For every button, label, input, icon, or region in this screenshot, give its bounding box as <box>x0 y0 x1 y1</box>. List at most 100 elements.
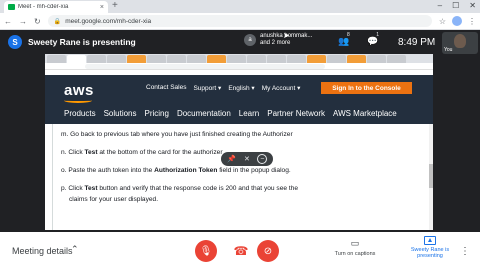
forward-icon[interactable]: → <box>19 17 27 26</box>
shared-tab <box>247 55 266 63</box>
step-o-post: field in the popup dialog. <box>217 167 291 174</box>
chevron-up-icon[interactable]: ⌃ <box>71 244 79 255</box>
mic-off-button[interactable]: 🎙 <box>195 240 217 262</box>
language-menu: English ▾ <box>228 85 255 92</box>
shared-tab <box>167 55 186 63</box>
aws-header: aws Contact Sales Support ▾ English ▾ My… <box>45 75 433 124</box>
nav-solutions: Solutions <box>103 109 137 118</box>
camera-off-button[interactable]: ⊘ <box>257 240 279 262</box>
shared-tab <box>387 55 406 63</box>
toolbar-right: ☆ ⋮ <box>439 16 476 26</box>
meeting-details-button[interactable]: Meeting details <box>12 246 73 256</box>
shared-tab <box>287 55 306 63</box>
step-p-pre: p. Click <box>61 185 85 192</box>
nav-products: Products <box>64 109 96 118</box>
close-window-icon[interactable]: ✕ <box>469 1 476 10</box>
self-video-face <box>454 34 466 48</box>
shared-url-field <box>85 64 325 69</box>
more-options-icon[interactable]: ⋮ <box>460 246 470 257</box>
presenter-avatar: S <box>8 35 22 49</box>
step-o: o. Paste the auth token into the Authori… <box>61 166 291 175</box>
nav-documentation: Documentation <box>176 109 231 118</box>
participant-more: and 2 more <box>260 40 291 46</box>
browser-toolbar: ← → ↻ 🔒 meet.google.com/mh-cder-xia ☆ ⋮ <box>0 13 480 30</box>
address-bar[interactable]: 🔒 meet.google.com/mh-cder-xia <box>47 15 432 27</box>
sign-in-console-button: Sign In to the Console <box>321 82 412 94</box>
aws-main-nav: Products Solutions Pricing Documentation… <box>64 109 397 118</box>
aws-top-links: Contact Sales Support ▾ English ▾ My Acc… <box>146 84 300 92</box>
maximize-icon[interactable]: ☐ <box>452 1 459 10</box>
step-n: n. Click Test at the bottom of the card … <box>61 148 223 157</box>
shared-tab <box>187 55 206 63</box>
tab-close-icon[interactable]: × <box>100 4 104 11</box>
presenting-title: Sweety Rane is presenting <box>28 37 136 47</box>
shared-tab <box>67 55 86 63</box>
browser-tab-meet[interactable]: Meet - mh-cder-xia × <box>4 1 108 13</box>
star-icon[interactable]: ☆ <box>439 17 446 26</box>
remove-icon[interactable]: − <box>257 154 268 164</box>
chat-count: 1 <box>376 32 379 38</box>
shared-tab <box>367 55 386 63</box>
shared-tab <box>87 55 106 63</box>
meet-favicon-icon <box>8 4 15 10</box>
minimize-icon[interactable]: – <box>438 1 442 10</box>
meeting-clock: 8:49 PM <box>398 37 436 48</box>
presenting-info-button[interactable]: Sweety Rane is presenting <box>408 236 452 259</box>
meet-window: Meet - mh-cder-xia × + – ☐ ✕ ← → ↻ 🔒 mee… <box>0 0 480 270</box>
captions-button[interactable]: ▭ Turn on captions <box>330 238 380 257</box>
shared-tab <box>227 55 246 63</box>
captions-label: Turn on captions <box>334 251 376 257</box>
shared-tab <box>47 55 66 63</box>
shared-screen: aws Contact Sales Support ▾ English ▾ My… <box>45 54 433 230</box>
nav-aws-marketplace: AWS Marketplace <box>333 109 397 118</box>
reload-icon[interactable]: ↻ <box>34 17 41 26</box>
captions-icon: ▭ <box>350 238 360 248</box>
menu-dots-icon[interactable]: ⋮ <box>468 17 476 26</box>
back-icon[interactable]: ← <box>4 17 12 26</box>
step-p-bold: Test <box>84 185 98 192</box>
shared-tab <box>207 55 226 63</box>
aws-logo: aws <box>64 82 94 99</box>
self-view-tile[interactable]: You <box>442 32 478 54</box>
shared-tab <box>147 55 166 63</box>
phone-hangup-icon: ☎ <box>233 244 249 258</box>
participant-chip[interactable]: a anushka bommak... and 2 more <box>244 33 312 47</box>
my-account-menu: My Account ▾ <box>261 85 301 92</box>
shared-tab <box>347 55 366 63</box>
pin-icon[interactable]: 📌 <box>227 154 237 164</box>
meet-bottom-bar: Meeting details ⌃ 🎙 ☎ ⊘ ▭ Turn on captio… <box>0 232 480 270</box>
nav-learn: Learn <box>238 109 260 118</box>
browser-tab-title: Meet - mh-cder-xia <box>18 4 69 10</box>
chat-icon[interactable]: 💬 1 <box>367 32 379 47</box>
step-o-pre: o. Paste the auth token into the <box>61 167 155 174</box>
step-n-bold: Test <box>84 149 98 156</box>
shared-tab <box>127 55 146 63</box>
shared-tab <box>307 55 326 63</box>
step-p: p. Click Test button and verify that the… <box>61 184 298 193</box>
people-icon[interactable]: 👥 8 <box>338 32 350 47</box>
contact-sales-link: Contact Sales <box>146 84 187 91</box>
shared-scrollbar-thumb <box>429 164 433 188</box>
meet-top-bar: S Sweety Rane is presenting a anushka bo… <box>0 30 480 54</box>
step-n-post: at the bottom of the card for the author… <box>97 149 223 156</box>
window-controls: – ☐ ✕ <box>438 1 476 10</box>
nav-pricing: Pricing <box>144 109 169 118</box>
meet-top-icons: 👥 8 💬 1 <box>338 32 379 47</box>
profile-avatar[interactable] <box>452 16 462 26</box>
shared-browser-tabs <box>45 54 433 63</box>
step-n-pre: n. Click <box>61 149 85 156</box>
shared-tab <box>327 55 346 63</box>
lock-icon: 🔒 <box>53 18 62 25</box>
step-m: m. Go back to previous tab where you hav… <box>61 131 293 138</box>
mute-presenter-icon[interactable]: ✕ <box>242 154 252 164</box>
mouse-cursor-icon: ➤ <box>283 31 290 40</box>
presenter-label-line2: presenting <box>417 253 443 259</box>
present-screen-icon <box>424 236 436 245</box>
people-count: 8 <box>347 32 350 38</box>
participant-avatar: a <box>244 34 256 46</box>
new-tab-button[interactable]: + <box>112 0 118 12</box>
shared-tab <box>107 55 126 63</box>
support-menu: Support ▾ <box>193 85 222 92</box>
leave-call-button[interactable]: ☎ <box>230 240 252 262</box>
article-gutter <box>52 124 53 230</box>
